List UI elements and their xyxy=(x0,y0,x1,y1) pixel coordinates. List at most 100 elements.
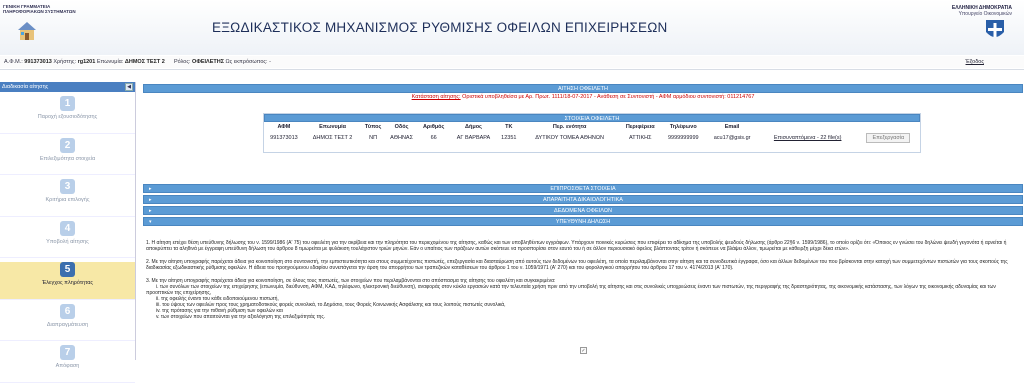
column-header: ΑΦΜ xyxy=(277,123,291,130)
step-label: Επιλεξιμότητα στοιχεία xyxy=(39,155,96,162)
table-cell: ΝΠ xyxy=(369,135,378,141)
step-number: 7 xyxy=(60,345,75,360)
debtor-panel: ΣΤΟΙΧΕΙΑ ΟΦΕΙΛΕΤΗ ΑΦΜ Επωνυμία Τύπος Οδό… xyxy=(263,113,921,153)
section-title: ΕΠΙΠΡΟΣΘΕΤΑ ΣΤΟΙΧΕΙΑ xyxy=(550,186,616,192)
column-header: Τύπος xyxy=(364,123,382,130)
column-header: ΤΚ xyxy=(505,123,513,130)
gsis-logo: ΓΕΝΙΚΗ ΓΡΑΜΜΑΤΕΙΑ ΠΛΗΡΟΦΟΡΙΑΚΩΝ ΣΥΣΤΗΜΑΤ… xyxy=(3,4,83,14)
expand-icon: ▸ xyxy=(149,197,152,203)
edit-button[interactable]: Επεξεργασία xyxy=(866,133,911,143)
section-debts[interactable]: ▸ ΔΕΔΟΜΕΝΑ ΟΦΕΙΛΩΝ xyxy=(143,206,1023,215)
house-icon xyxy=(18,22,36,40)
attachments-link[interactable]: Επισυναπτόμενα - 22 file(s) xyxy=(774,135,842,141)
column-header: Τηλέφωνο xyxy=(669,123,697,130)
name-value: ΔΗΜΟΣ ΤΕΣΤ 2 xyxy=(124,59,165,65)
page-title: ΕΞΩΔΙΚΑΣΤΙΚΟΣ ΜΗΧΑΝΙΣΜΟΣ ΡΥΘΜΙΣΗΣ ΟΦΕΙΛΩ… xyxy=(212,20,668,35)
table-cell: ΑΓ ΒΑΡΒΑΡΑ xyxy=(456,135,491,141)
column-header: Οδός xyxy=(394,123,409,130)
section-additional[interactable]: ▸ ΕΠΙΠΡΟΣΘΕΤΑ ΣΤΟΙΧΕΙΑ xyxy=(143,184,1023,193)
step-6[interactable]: 6 Διαπραγμάτευση xyxy=(0,303,135,341)
logout-link[interactable]: Έξοδος xyxy=(966,56,984,68)
rep-label: Ως εκπρόσωπος: xyxy=(225,59,268,65)
greek-emblem-icon xyxy=(986,20,1004,37)
step-label: Απόφαση xyxy=(55,363,80,369)
step-4[interactable]: 4 Υποβολή αίτησης xyxy=(0,220,135,258)
status-label: Κατάσταση αίτησης: xyxy=(411,94,461,100)
sidebar-header: Διαδικασία αίτησης ◀ xyxy=(0,82,135,92)
declaration-checkbox[interactable]: ✓ xyxy=(580,347,587,354)
collapse-sidebar-icon[interactable]: ◀ xyxy=(125,83,133,91)
step-number: 5 xyxy=(60,262,75,277)
role-value: ΟΦΕΙΛΕΤΗΣ xyxy=(192,59,225,65)
declaration-item: v. των στοιχείων που απαιτούνται για την… xyxy=(156,314,326,320)
step-label: Κριτήρια επιλογής xyxy=(45,197,90,203)
org-line-2: ΠΛΗΡΟΦΟΡΙΑΚΩΝ ΣΥΣΤΗΜΑΤΩΝ xyxy=(3,9,76,14)
afm-value: 991373013 xyxy=(24,59,52,65)
step-number: 1 xyxy=(60,96,75,111)
role-label: Ρόλος: xyxy=(173,59,191,65)
step-number: 3 xyxy=(60,179,75,194)
sidebar-title: Διαδικασία αίτησης xyxy=(2,84,49,90)
declaration-item: i. των συνόλων των στοιχείων της επιχείρ… xyxy=(146,284,996,296)
step-label: Έλεγχος πληρότητας xyxy=(41,280,94,286)
user-value: rg1201 xyxy=(77,59,96,65)
application-header: ΑΙΤΗΣΗ ΟΦΕΙΛΕΤΗ xyxy=(143,84,1023,93)
expand-icon: ▸ xyxy=(149,208,152,214)
ministry-logo: ΕΛΛΗΝΙΚΗ ΔΗΜΟΚΡΑΤΙΑ Υπουργείο Οικονομικώ… xyxy=(952,5,1012,17)
step-2[interactable]: 2 Επιλεξιμότητα στοιχεία xyxy=(0,137,135,175)
app-header: ΓΕΝΙΚΗ ΓΡΑΜΜΑΤΕΙΑ ΠΛΗΡΟΦΟΡΙΑΚΩΝ ΣΥΣΤΗΜΑΤ… xyxy=(0,0,1024,55)
rep-value: - xyxy=(269,59,271,65)
table-cell: 12351 xyxy=(501,135,517,141)
table-cell: 66 xyxy=(430,135,437,141)
column-header: Περ. ενότητα xyxy=(552,123,587,130)
step-number: 4 xyxy=(60,220,75,236)
step-label: Υποβολή αίτησης xyxy=(46,238,89,245)
column-header: Email xyxy=(724,123,740,130)
section-list: ▸ ΕΠΙΠΡΟΣΘΕΤΑ ΣΤΟΙΧΕΙΑ ▸ ΑΠΑΡΑΙΤΗΤΑ ΔΙΚΑ… xyxy=(143,184,1023,226)
table-cell: ΑΤΤΙΚΗΣ xyxy=(628,135,652,141)
collapse-icon: ▾ xyxy=(149,219,152,225)
expand-icon: ▸ xyxy=(149,186,152,192)
section-documents[interactable]: ▸ ΑΠΑΡΑΙΤΗΤΑ ΔΙΚΑΙΟΛΟΓΗΤΙΚΑ xyxy=(143,195,1023,204)
step-1[interactable]: 1 Παροχή εξουσιοδότησης xyxy=(0,96,135,134)
application-status: Κατάσταση αίτησης: Οριστικά υποβληθείσα … xyxy=(143,93,1023,102)
section-title: ΔΕΔΟΜΕΝΑ ΟΦΕΙΛΩΝ xyxy=(554,208,612,214)
main-content: ΑΙΤΗΣΗ ΟΦΕΙΛΕΤΗ Κατάσταση αίτησης: Οριστ… xyxy=(143,84,1023,102)
debtor-panel-header: ΣΤΟΙΧΕΙΑ ΟΦΕΙΛΕΤΗ xyxy=(264,114,920,122)
table-cell: 991373013 xyxy=(270,135,298,141)
ministry-line-2: Υπουργείο Οικονομικών xyxy=(958,11,1012,17)
table-cell: ΔΥΤΙΚΟΥ ΤΟΜΕΑ ΑΘΗΝΩΝ xyxy=(535,135,604,141)
debtor-table: ΑΦΜ Επωνυμία Τύπος Οδός Αριθμός Δήμος ΤΚ… xyxy=(264,122,920,145)
process-sidebar: Διαδικασία αίτησης ◀ 1 Παροχή εξουσιοδότ… xyxy=(0,82,136,383)
column-header: Δήμος xyxy=(465,123,482,130)
section-title: ΥΠΕΥΘΥΝΗ ΔΗΛΩΣΗ xyxy=(555,219,611,225)
table-cell: 9999999999 xyxy=(668,135,699,141)
table-header-row: ΑΦΜ Επωνυμία Τύπος Οδός Αριθμός Δήμος ΤΚ… xyxy=(264,122,920,131)
declaration-paragraph-1: 1. Η αίτηση επέχει θέση υπεύθυνης δήλωση… xyxy=(146,240,1007,252)
step-number: 2 xyxy=(60,137,75,153)
declaration-text: 1. Η αίτηση επέχει θέση υπεύθυνης δήλωση… xyxy=(143,238,1023,325)
declaration-paragraph-3: 3. Με την αίτηση υπογραφής παρέχεται άδε… xyxy=(143,276,1023,322)
status-value: Οριστικά υποβληθείσα με Αρ. Πρωτ. 1111/1… xyxy=(462,94,755,100)
step-label: Παροχή εξουσιοδότησης xyxy=(37,114,98,120)
user-label: Χρήστης: xyxy=(53,59,77,65)
afm-label: Α.Φ.Μ.: xyxy=(4,59,23,65)
section-declaration[interactable]: ▾ ΥΠΕΥΘΥΝΗ ΔΗΛΩΣΗ xyxy=(143,217,1023,226)
table-cell: acu17@gsis.gr xyxy=(713,135,751,141)
section-title: ΑΠΑΡΑΙΤΗΤΑ ΔΙΚΑΙΟΛΟΓΗΤΙΚΑ xyxy=(543,197,623,203)
column-header: Αριθμός xyxy=(422,123,445,130)
step-7[interactable]: 7 Απόφαση xyxy=(0,345,135,383)
name-label: Επωνυμία: xyxy=(96,59,124,65)
table-cell: ΑΘΗΝΑΣ xyxy=(390,135,413,141)
table-cell: ΔΗΜΟΣ ΤΕΣΤ 2 xyxy=(312,135,353,141)
declaration-paragraph-2: 2. Με την αίτηση υπογραφής παρέχεται άδε… xyxy=(146,259,1008,271)
column-header: Περιφέρεια xyxy=(625,123,655,130)
header-divider xyxy=(0,69,1024,70)
step-label: Διαπραγμάτευση xyxy=(46,321,89,328)
user-info-bar: Α.Φ.Μ.: 991373013 Χρήστης: rg1201 Επωνυμ… xyxy=(0,56,1024,68)
step-3[interactable]: 3 Κριτήρια επιλογής xyxy=(0,179,135,217)
step-number: 6 xyxy=(60,303,75,319)
column-header: Επωνυμία xyxy=(319,123,347,130)
step-5-active[interactable]: 5 Έλεγχος πληρότητας xyxy=(0,262,135,300)
table-row: 991373013 ΔΗΜΟΣ ΤΕΣΤ 2 ΝΠ ΑΘΗΝΑΣ 66 ΑΓ Β… xyxy=(264,131,920,145)
